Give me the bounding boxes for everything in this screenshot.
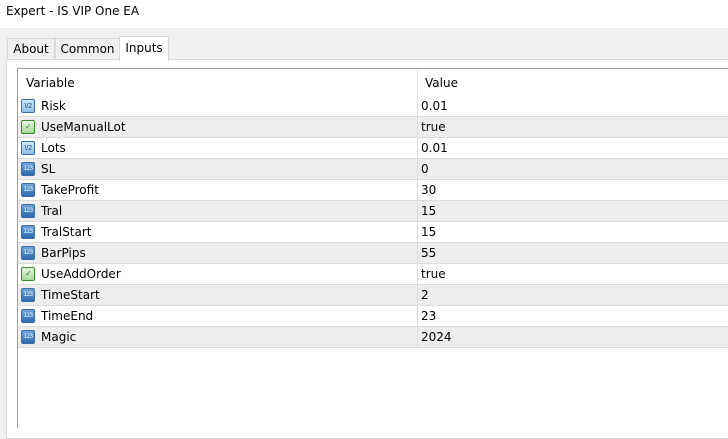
table-row[interactable]: 123 TralStart 15 [18,222,728,243]
column-header-variable[interactable]: Variable [26,76,75,90]
table-row[interactable]: 123 TimeStart 2 [18,285,728,306]
variable-name: Magic [41,330,77,344]
double-value-icon: V2 [21,141,35,155]
variable-value[interactable]: true [421,120,446,134]
tab-common[interactable]: Common [55,38,120,59]
tab-about[interactable]: About [7,38,55,59]
variable-value[interactable]: 55 [421,246,436,260]
cell-divider [417,96,418,117]
tab-strip: About Common Inputs [0,36,728,61]
variable-value[interactable]: 23 [421,309,436,323]
cell-divider [417,327,418,348]
variable-value[interactable]: 0 [421,162,429,176]
table-row[interactable]: ✓ UseManualLot true [18,117,728,138]
cell-divider [417,264,418,285]
grid-header: Variable Value [18,69,728,96]
table-row[interactable]: V2 Risk 0.01 [18,96,728,117]
integer-value-icon: 123 [21,246,35,260]
boolean-value-icon: ✓ [21,120,35,134]
column-header-value[interactable]: Value [425,76,458,90]
table-row[interactable]: 123 TimeEnd 23 [18,306,728,327]
variable-value[interactable]: 15 [421,225,436,239]
variable-name: BarPips [41,246,86,260]
cell-divider [417,180,418,201]
cell-divider [417,138,418,159]
table-row[interactable]: 123 TakeProfit 30 [18,180,728,201]
cell-divider [417,222,418,243]
window-title: Expert - IS VIP One EA [6,4,140,18]
cell-divider [417,285,418,306]
variable-name: UseManualLot [41,120,126,134]
variable-name: Lots [41,141,66,155]
variable-value[interactable]: 0.01 [421,141,448,155]
table-row[interactable]: V2 Lots 0.01 [18,138,728,159]
tab-inputs[interactable]: Inputs [119,36,169,61]
integer-value-icon: 123 [21,225,35,239]
column-divider[interactable] [417,69,418,96]
integer-value-icon: 123 [21,330,35,344]
integer-value-icon: 123 [21,183,35,197]
variable-name: Risk [41,99,66,113]
cell-divider [417,201,418,222]
integer-value-icon: 123 [21,288,35,302]
table-row[interactable]: ✓ UseAddOrder true [18,264,728,285]
integer-value-icon: 123 [21,162,35,176]
inputs-grid: Variable Value V2 Risk 0.01 ✓ UseManualLot tr… [17,68,728,428]
variable-name: TimeStart [41,288,100,302]
table-row[interactable]: 123 BarPips 55 [18,243,728,264]
cell-divider [417,159,418,180]
integer-value-icon: 123 [21,309,35,323]
variable-name: SL [41,162,56,176]
variable-name: TakeProfit [41,183,99,197]
variable-name: UseAddOrder [41,267,121,281]
boolean-value-icon: ✓ [21,267,35,281]
table-row[interactable]: 123 SL 0 [18,159,728,180]
variable-name: TimeEnd [41,309,94,323]
variable-value[interactable]: 15 [421,204,436,218]
integer-value-icon: 123 [21,204,35,218]
cell-divider [417,117,418,138]
cell-divider [417,243,418,264]
variable-value[interactable]: 30 [421,183,436,197]
variable-value[interactable]: 2 [421,288,429,302]
variable-name: Tral [41,204,63,218]
variable-value[interactable]: 2024 [421,330,452,344]
cell-divider [417,306,418,327]
variable-value[interactable]: true [421,267,446,281]
table-row[interactable]: 123 Magic 2024 [18,327,728,348]
title-bar: Expert - IS VIP One EA [0,0,728,28]
variable-value[interactable]: 0.01 [421,99,448,113]
table-row[interactable]: 123 Tral 15 [18,201,728,222]
double-value-icon: V2 [21,99,35,113]
variable-name: TralStart [41,225,92,239]
